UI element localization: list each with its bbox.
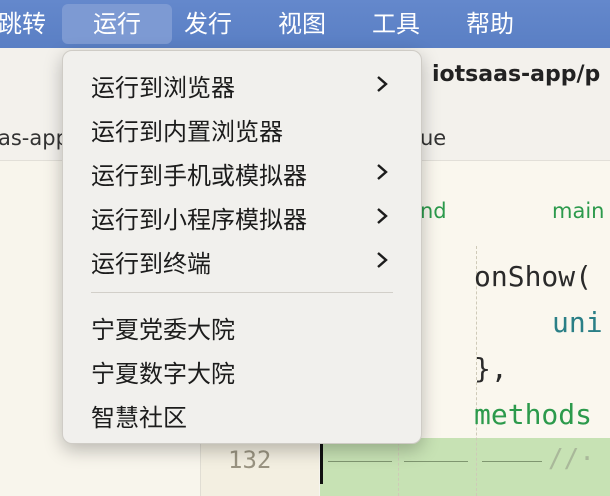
menu-view[interactable]: 视图 — [278, 4, 326, 44]
menu-item-custom-2[interactable]: 宁夏数字大院 — [63, 348, 421, 392]
menu-item-label: 运行到终端 — [91, 250, 211, 278]
run-menu-dropdown: 运行到浏览器 运行到内置浏览器 运行到手机或模拟器 运行到小程序模拟器 运行到终… — [62, 50, 422, 444]
code-line: methods — [474, 398, 593, 431]
menu-item-label: 宁夏数字大院 — [91, 360, 235, 388]
menu-item-label: 宁夏党委大院 — [91, 316, 235, 344]
menu-item-custom-3[interactable]: 智慧社区 — [63, 392, 421, 436]
text-cursor — [320, 444, 323, 484]
code-token: nd — [420, 199, 447, 223]
code-line: }, — [474, 352, 508, 385]
menu-jump[interactable]: 跳转 — [0, 4, 46, 44]
menu-item-run-to-builtin-browser[interactable]: 运行到内置浏览器 — [63, 106, 421, 150]
code-line: uni — [552, 306, 603, 339]
menu-item-label: 运行到手机或模拟器 — [91, 162, 307, 190]
menu-item-label: 运行到小程序模拟器 — [91, 206, 307, 234]
menu-help[interactable]: 帮助 — [466, 4, 514, 44]
code-line: onShow( — [474, 260, 593, 293]
chevron-right-icon — [377, 252, 388, 268]
menu-item-custom-1[interactable]: 宁夏党委大院 — [63, 304, 421, 348]
tab-project[interactable]: as-app — [0, 126, 69, 150]
code-comment: //· — [548, 444, 595, 474]
chevron-right-icon — [377, 76, 388, 92]
code-token: main — [552, 199, 605, 223]
chevron-right-icon — [377, 164, 388, 180]
indent-marker — [404, 461, 468, 463]
menu-item-run-to-phone-emulator[interactable]: 运行到手机或模拟器 — [63, 150, 421, 194]
editor-title: iotsaas-app/p — [432, 62, 601, 87]
menu-item-label: 运行到内置浏览器 — [91, 118, 283, 146]
menu-item-run-to-terminal[interactable]: 运行到终端 — [63, 238, 421, 282]
menu-item-run-to-miniprogram[interactable]: 运行到小程序模拟器 — [63, 194, 421, 238]
menu-bar: 跳转 运行 发行 视图 工具 帮助 — [0, 0, 610, 48]
menu-run[interactable]: 运行 — [62, 4, 172, 44]
menu-tools[interactable]: 工具 — [372, 4, 420, 44]
menu-item-run-to-browser[interactable]: 运行到浏览器 — [63, 62, 421, 106]
line-number: 132 — [228, 446, 272, 474]
menu-item-label: 智慧社区 — [91, 404, 187, 432]
chevron-right-icon — [377, 208, 388, 224]
indent-marker — [482, 461, 542, 463]
indent-marker — [328, 461, 392, 463]
menu-item-label: 运行到浏览器 — [91, 74, 235, 102]
menu-separator — [91, 292, 393, 293]
menu-publish[interactable]: 发行 — [184, 4, 232, 44]
tab-file[interactable]: ue — [420, 126, 446, 150]
